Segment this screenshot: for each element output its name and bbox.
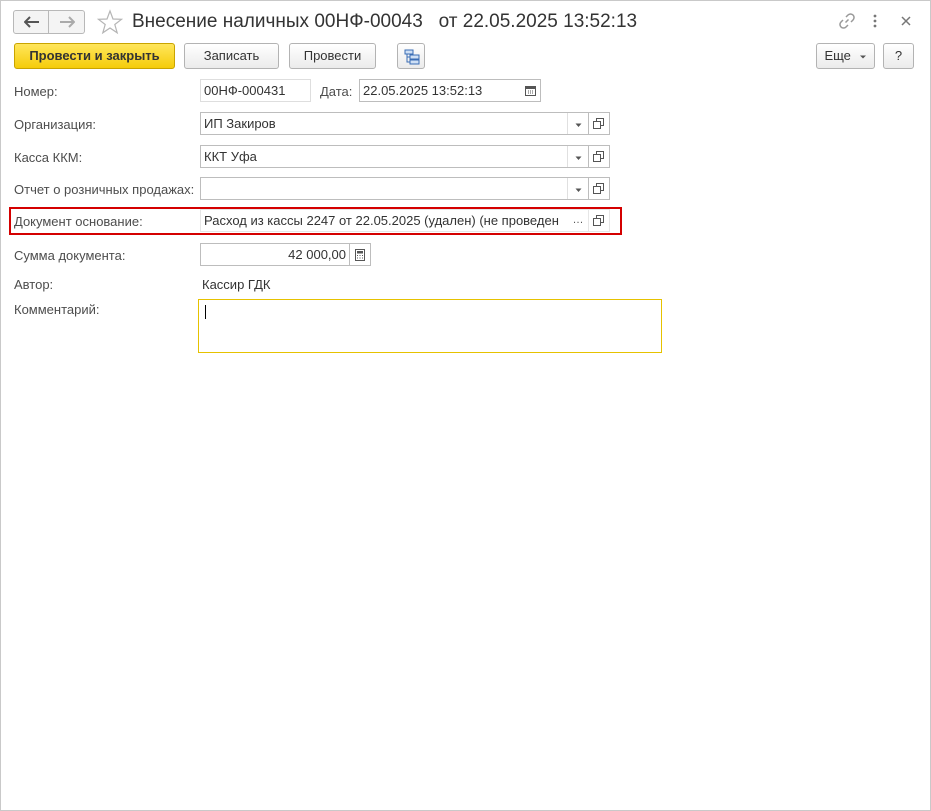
structure-button[interactable] <box>397 43 425 69</box>
close-icon[interactable] <box>900 12 912 30</box>
retail-report-dropdown-button[interactable] <box>567 178 588 199</box>
open-form-icon <box>593 215 604 226</box>
calendar-button[interactable] <box>520 79 541 102</box>
number-label: Номер: <box>14 84 58 99</box>
forward-button[interactable] <box>49 10 85 34</box>
retail-report-label: Отчет о розничных продажах: <box>14 182 195 197</box>
date-label: Дата: <box>320 84 353 99</box>
more-menu-button[interactable]: Еще <box>816 43 875 69</box>
author-label: Автор: <box>14 277 54 292</box>
base-document-label: Документ основание: <box>14 214 143 229</box>
calendar-icon <box>525 86 536 96</box>
amount-label: Сумма документа: <box>14 248 126 263</box>
cash-register-field[interactable]: ККТ Уфа <box>200 145 589 168</box>
base-document-field[interactable]: Расход из кассы 2247 от 22.05.2025 (удал… <box>200 209 589 232</box>
comment-label: Комментарий: <box>14 302 100 317</box>
amount-field[interactable]: 42 000,00 <box>200 243 350 266</box>
retail-report-field[interactable] <box>200 177 589 200</box>
structure-icon <box>404 49 420 65</box>
arrow-right-icon <box>60 16 75 28</box>
cash-register-value: ККТ Уфа <box>204 149 257 164</box>
vertical-dots-icon[interactable] <box>871 12 879 30</box>
post-button[interactable]: Провести <box>289 43 376 69</box>
author-value: Кассир ГДК <box>202 277 271 292</box>
link-icon[interactable] <box>838 12 856 30</box>
organization-label: Организация: <box>14 117 97 132</box>
organization-dropdown-button[interactable] <box>567 113 588 134</box>
number-value: 00НФ-000431 <box>204 83 286 98</box>
back-button[interactable] <box>13 10 49 34</box>
base-document-select-button[interactable]: … <box>568 210 588 231</box>
help-button[interactable]: ? <box>883 43 914 69</box>
document-title: Внесение наличных 00НФ-00043 от 22.05.20… <box>132 11 638 32</box>
open-form-icon <box>593 118 604 129</box>
date-value: 22.05.2025 13:52:13 <box>363 83 483 98</box>
chevron-down-icon <box>859 55 866 59</box>
open-form-icon <box>593 151 604 162</box>
document-window: Внесение наличных 00НФ-00043 от 22.05.20… <box>0 0 931 811</box>
calculator-button[interactable] <box>350 243 371 266</box>
base-document-open-button[interactable] <box>589 209 610 232</box>
date-field[interactable]: 22.05.2025 13:52:13 <box>359 79 521 102</box>
amount-value: 42 000,00 <box>288 247 346 262</box>
chevron-down-icon <box>575 156 581 160</box>
post-and-close-button[interactable]: Провести и закрыть <box>14 43 175 69</box>
cash-register-open-button[interactable] <box>589 145 610 168</box>
calculator-icon <box>355 249 365 261</box>
save-button[interactable]: Записать <box>184 43 279 69</box>
organization-field[interactable]: ИП Закиров <box>200 112 589 135</box>
star-icon[interactable] <box>97 9 123 35</box>
cash-register-label: Касса ККМ: <box>14 150 83 165</box>
chevron-down-icon <box>575 123 581 127</box>
organization-value: ИП Закиров <box>204 116 276 131</box>
base-document-value: Расход из кассы 2247 от 22.05.2025 (удал… <box>204 213 559 228</box>
chevron-down-icon <box>575 188 581 192</box>
ellipsis-icon: … <box>572 214 584 226</box>
arrow-left-icon <box>24 16 39 28</box>
cash-register-dropdown-button[interactable] <box>567 146 588 167</box>
text-cursor <box>205 305 206 319</box>
open-form-icon <box>593 183 604 194</box>
more-menu-label: Еще <box>824 48 851 63</box>
retail-report-open-button[interactable] <box>589 177 610 200</box>
comment-textarea[interactable] <box>198 299 662 353</box>
organization-open-button[interactable] <box>589 112 610 135</box>
number-field[interactable]: 00НФ-000431 <box>200 79 311 102</box>
